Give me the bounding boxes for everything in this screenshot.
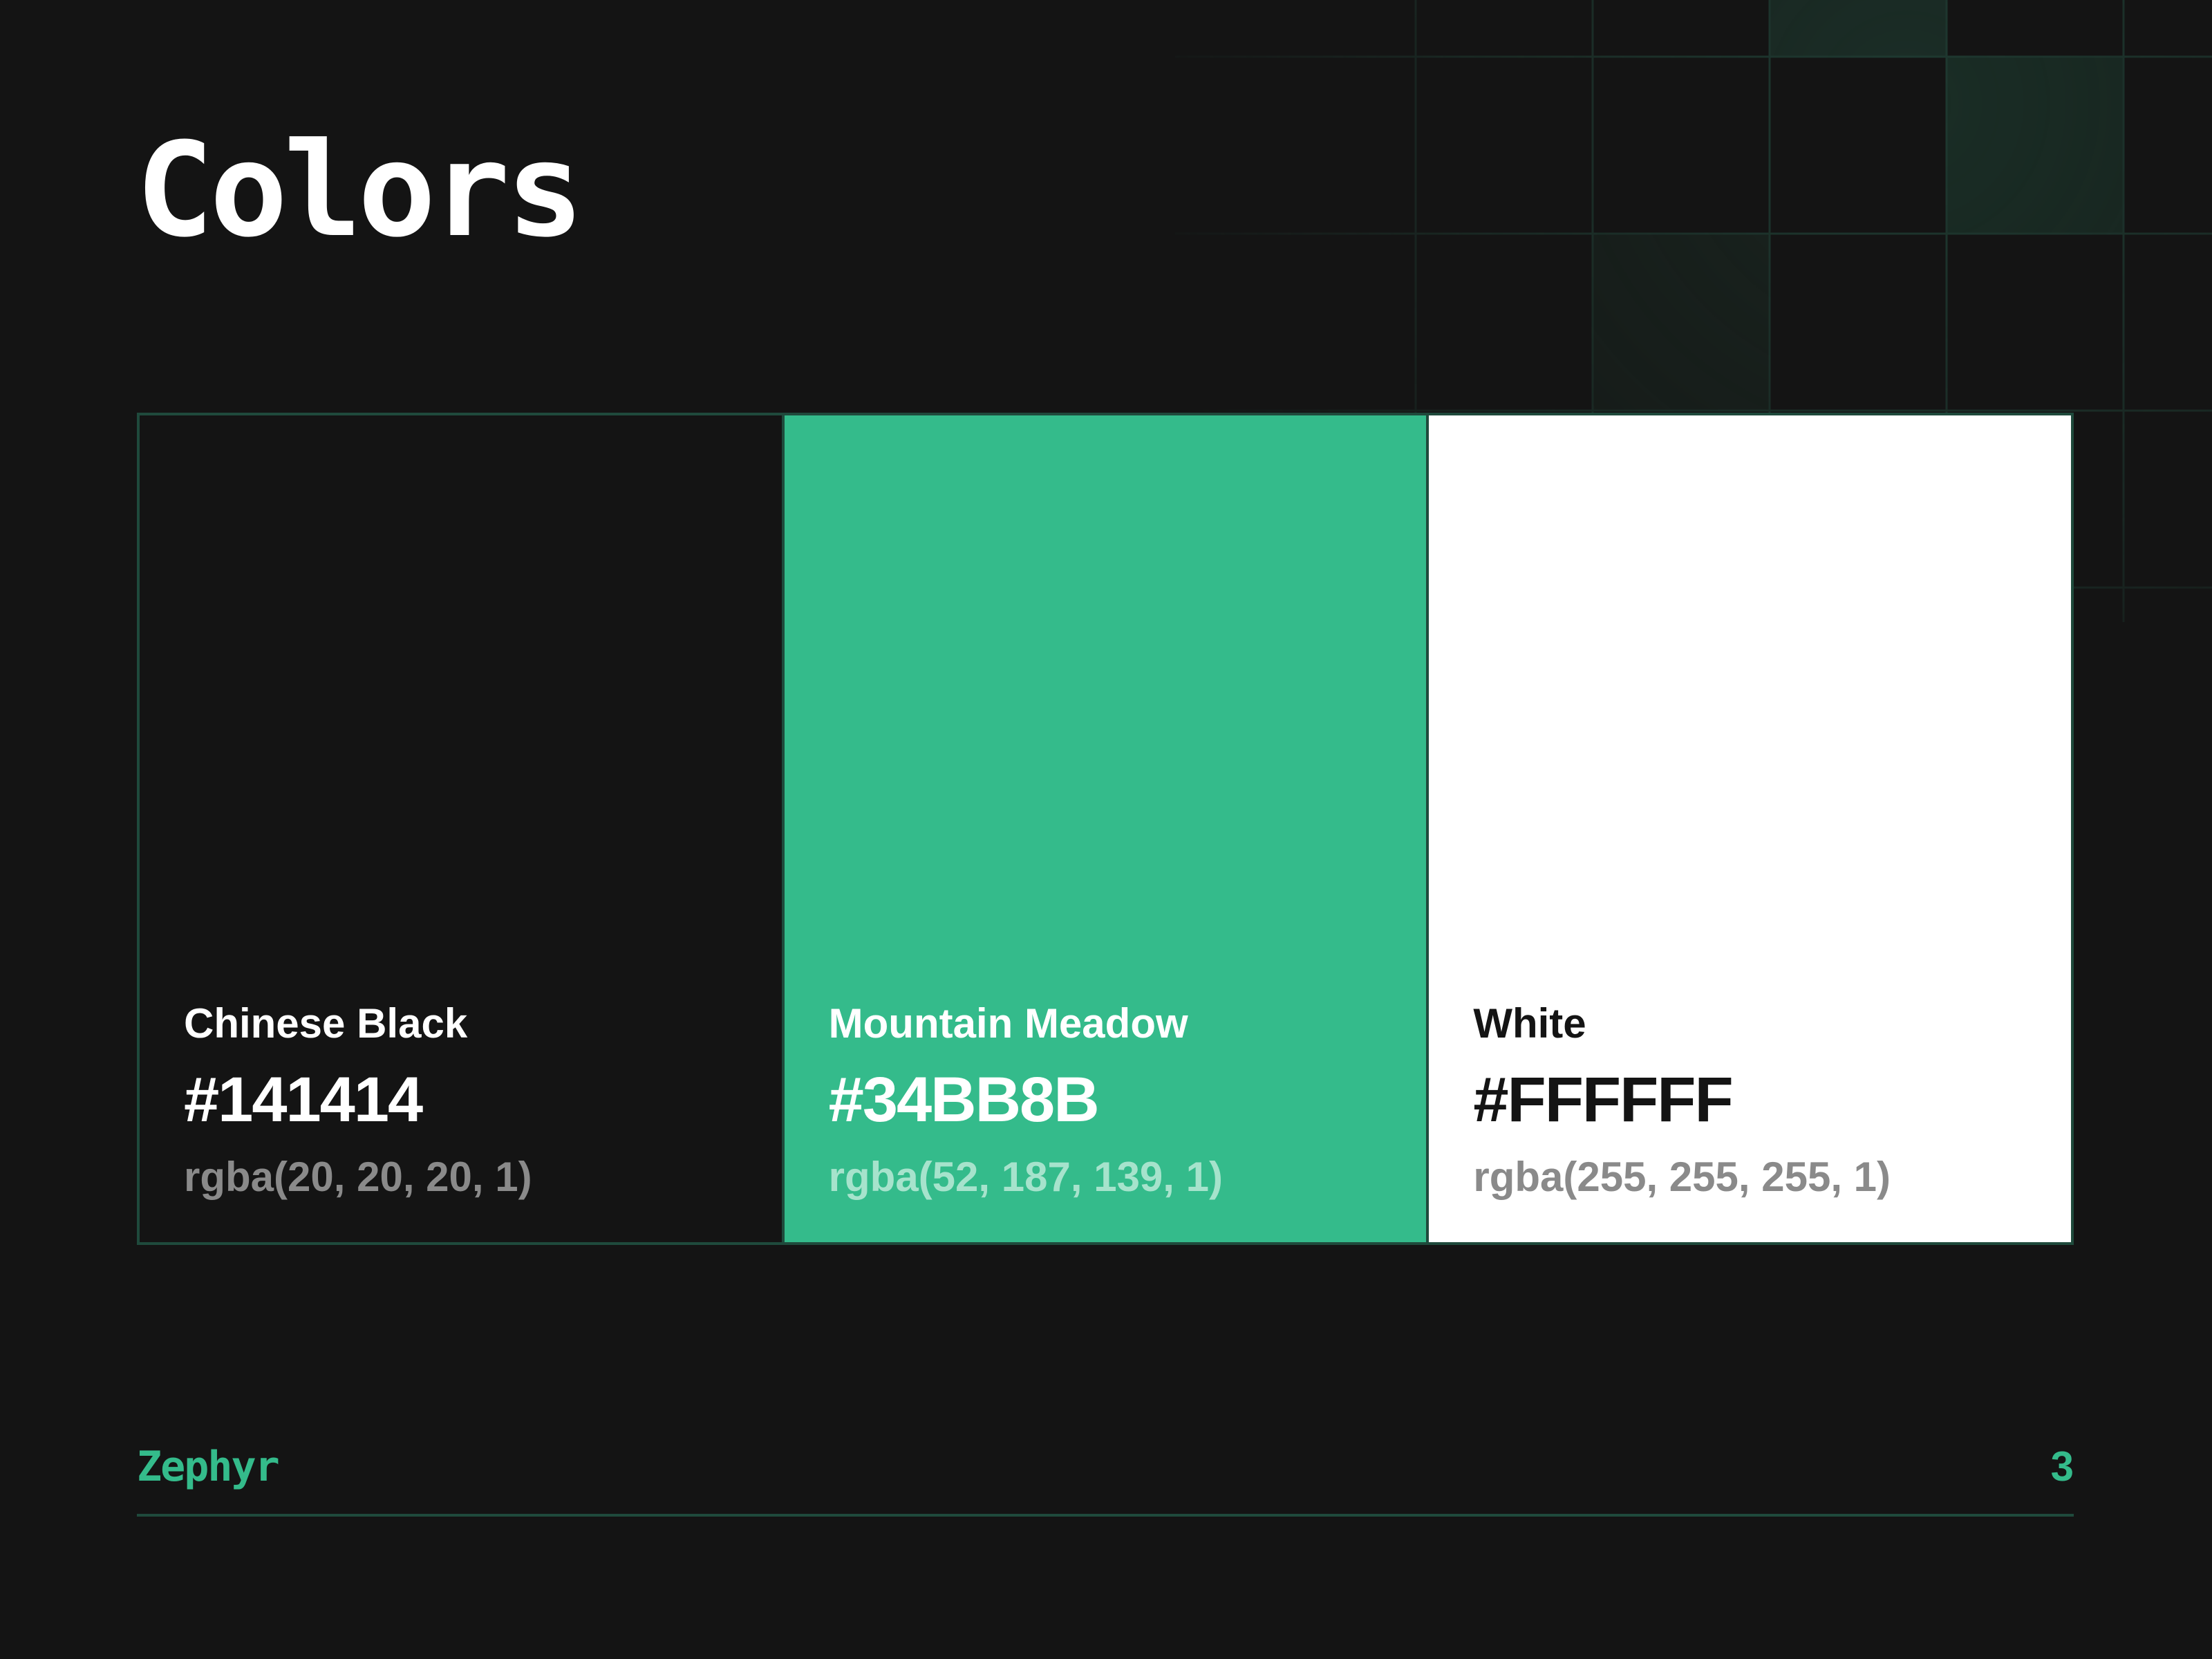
grid-cell-highlight <box>1770 0 1947 57</box>
swatch-info: Chinese Black #141414 rgba(20, 20, 20, 1… <box>184 1003 532 1198</box>
swatch-name: Mountain Meadow <box>828 1000 1188 1047</box>
swatch-rgba-value: rgba(255, 255, 255, 1) <box>1473 1154 1891 1200</box>
swatch-hex-value: #FFFFFF <box>1473 1065 1733 1135</box>
slide: Colors Chinese Black #141414 rgba(20, 20… <box>0 0 2212 1659</box>
swatch-info: Mountain Meadow #34BB8B rgba(52, 187, 13… <box>829 1003 1223 1198</box>
footer-brand-wordmark: Zephyr <box>137 1443 280 1491</box>
swatch-mountain-meadow: Mountain Meadow #34BB8B rgba(52, 187, 13… <box>781 415 1427 1242</box>
swatch-chinese-black: Chinese Black #141414 rgba(20, 20, 20, 1… <box>140 415 782 1242</box>
page-title: Colors <box>135 115 584 266</box>
swatch-rgba-value: rgba(52, 187, 139, 1) <box>828 1154 1223 1200</box>
swatch-rgba-value: rgba(20, 20, 20, 1) <box>184 1154 532 1200</box>
swatch-hex-value: #34BB8B <box>828 1065 1100 1135</box>
swatch-info: White #FFFFFF rgba(255, 255, 255, 1) <box>1473 1003 1891 1198</box>
grid-cell-highlight <box>1593 234 1770 411</box>
footer-page-number: 3 <box>2050 1443 2074 1490</box>
swatch-hex-value: #141414 <box>184 1065 423 1135</box>
swatch-name: White <box>1473 1000 1586 1047</box>
footer-divider <box>137 1514 2074 1517</box>
color-swatch-row: Chinese Black #141414 rgba(20, 20, 20, 1… <box>137 413 2074 1245</box>
swatch-white: White #FFFFFF rgba(255, 255, 255, 1) <box>1426 415 2072 1242</box>
grid-cell-highlight <box>1947 57 2124 234</box>
swatch-name: Chinese Black <box>184 1000 468 1047</box>
